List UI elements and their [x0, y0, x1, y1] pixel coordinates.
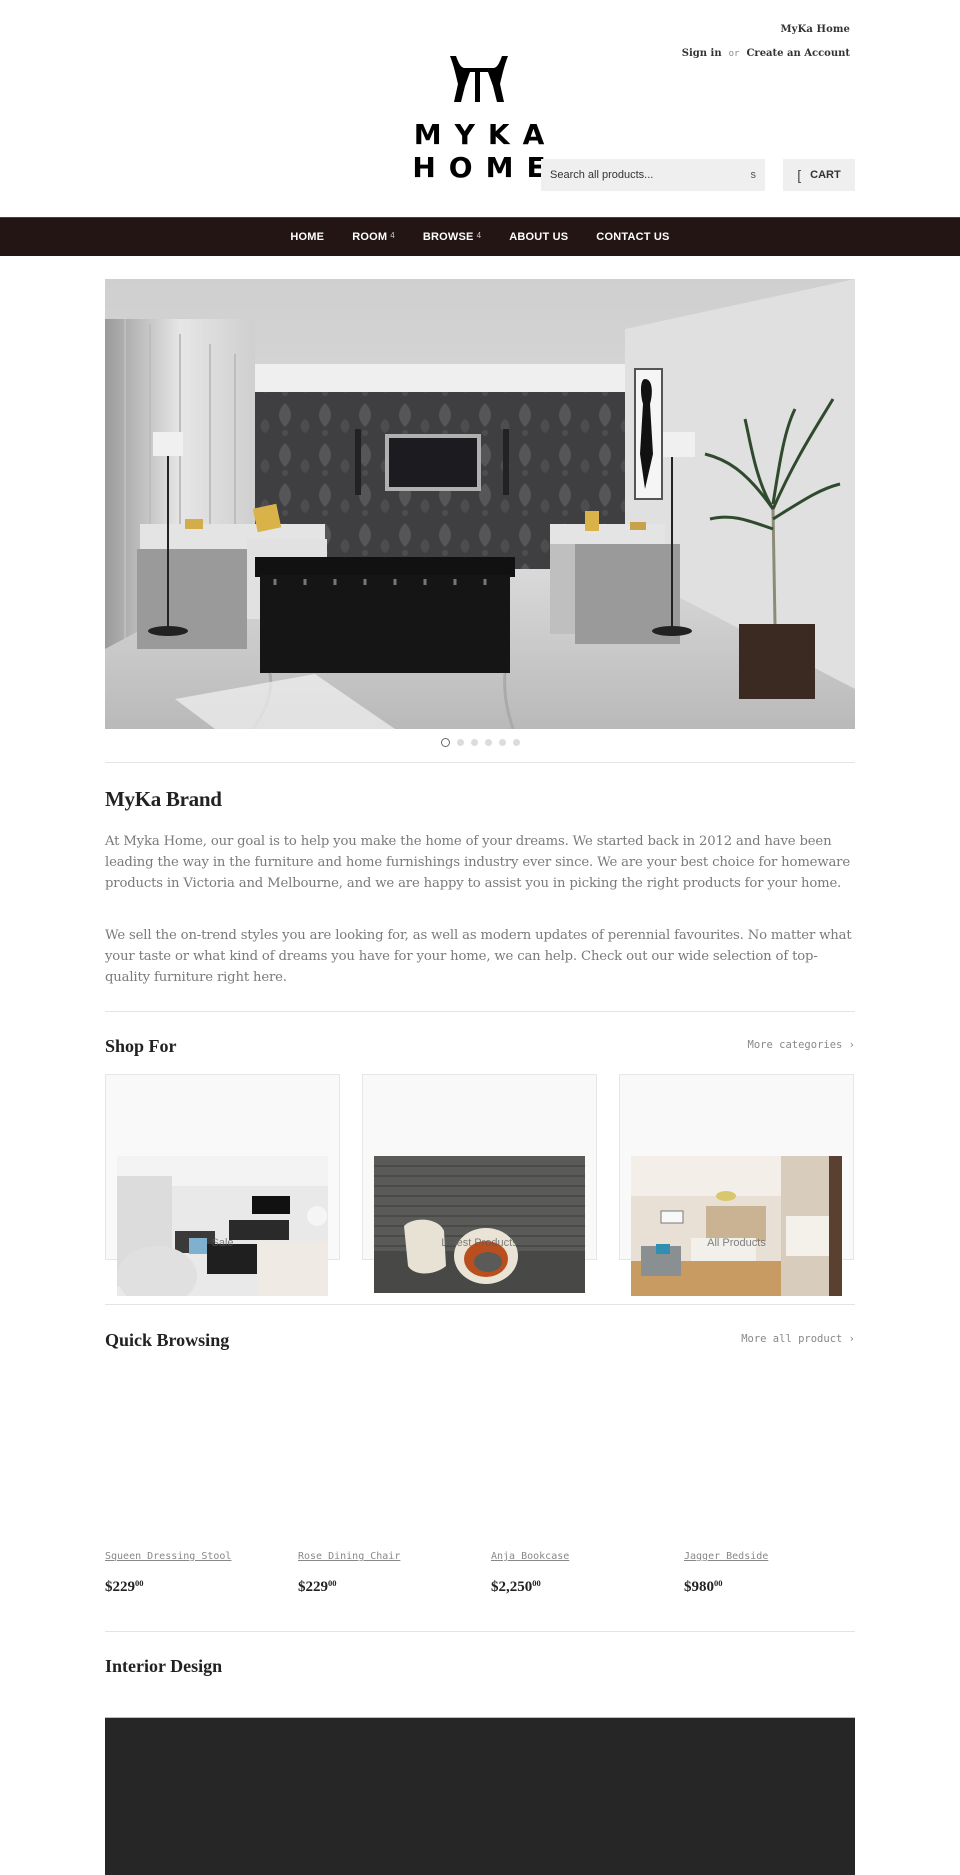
price-main: $980 — [684, 1579, 714, 1595]
nav-label: BROWSE — [422, 231, 474, 243]
category-image-all-products[interactable] — [631, 1156, 842, 1296]
price-cents: 00 — [328, 1578, 337, 1588]
more-categories-link[interactable]: More categories › — [748, 1039, 855, 1051]
slide-dot-4[interactable] — [484, 739, 492, 746]
slide-dot-1[interactable] — [440, 738, 450, 747]
product-image-link[interactable] — [491, 1365, 661, 1545]
price-cents: 00 — [714, 1578, 723, 1588]
brand-title: MyKa Brand — [105, 787, 222, 811]
nav-label: ROOM — [352, 231, 388, 243]
store-name-link[interactable]: MyKa Home — [682, 24, 850, 35]
product-price: $98000 — [684, 1578, 723, 1596]
quick-browsing-title: Quick Browsing — [105, 1330, 230, 1350]
logo-chair-icon — [450, 56, 508, 102]
product-price: $22900 — [105, 1578, 144, 1596]
nav-label: ABOUT US — [509, 231, 569, 243]
interior-design-title: Interior Design — [105, 1656, 223, 1676]
slideshow-pagination — [0, 738, 960, 747]
cart-icon: [ — [797, 167, 802, 183]
price-main: $229 — [105, 1579, 135, 1595]
nav-item-contact-us[interactable]: CONTACT US — [596, 231, 669, 243]
slide-dot-2[interactable] — [456, 739, 464, 746]
create-account-link[interactable]: Create an Account — [746, 48, 850, 59]
divider — [105, 762, 855, 763]
product-image-link[interactable] — [105, 1365, 275, 1545]
divider — [105, 1304, 855, 1305]
interior-design-banner[interactable] — [105, 1717, 855, 1875]
search-icon[interactable]: s — [751, 169, 757, 181]
product-name[interactable]: Jagger Bedside — [684, 1551, 768, 1562]
slide-dot-3[interactable] — [470, 739, 478, 746]
or-separator: or — [728, 49, 740, 59]
category-image-latest-products[interactable] — [374, 1156, 585, 1293]
product-price: $22900 — [298, 1578, 337, 1596]
brand-paragraph-2: We sell the on-trend styles you are look… — [105, 928, 852, 985]
account-links: MyKa Home Sign in or Create an Account — [682, 24, 850, 59]
living-room-photo — [105, 279, 855, 729]
product-name[interactable]: Anja Bookcase — [491, 1551, 569, 1562]
sign-in-link[interactable]: Sign in — [682, 48, 722, 59]
divider — [105, 1011, 855, 1012]
search-input[interactable] — [550, 169, 730, 181]
nav-item-room[interactable]: ROOM 4 — [352, 231, 395, 243]
price-main: $229 — [298, 1579, 328, 1595]
main-nav: HOME ROOM 4 BROWSE 4 ABOUT US CONTACT US — [0, 217, 960, 256]
category-label-sale: Sale — [211, 1237, 234, 1249]
nav-item-browse[interactable]: BROWSE 4 — [423, 231, 481, 243]
hero-slide-image[interactable] — [105, 279, 855, 729]
category-label-latest-products: Latest Products — [441, 1237, 518, 1249]
more-all-product-link[interactable]: More all product › — [741, 1333, 855, 1345]
category-image-sale[interactable] — [117, 1156, 328, 1296]
logo[interactable]: MYKA HOME — [346, 54, 612, 184]
nav-label: CONTACT US — [596, 231, 670, 243]
price-cents: 00 — [135, 1578, 144, 1588]
cart-button[interactable]: [ CART — [783, 159, 855, 191]
product-name[interactable]: Squeen Dressing Stool — [105, 1551, 231, 1562]
product-price: $2,25000 — [491, 1578, 541, 1596]
divider — [105, 1631, 855, 1632]
slide-dot-6[interactable] — [512, 739, 520, 746]
product-image-link[interactable] — [298, 1365, 468, 1545]
search-form: s — [541, 159, 765, 191]
nav-label: HOME — [290, 231, 325, 243]
dropdown-caret-icon: 4 — [476, 231, 482, 240]
brand-paragraph-1: At Myka Home, our goal is to help you ma… — [105, 834, 850, 891]
dropdown-caret-icon: 4 — [390, 231, 395, 240]
nav-item-about-us[interactable]: ABOUT US — [509, 231, 568, 243]
category-label-all-products: All Products — [707, 1237, 766, 1249]
product-image-link[interactable] — [684, 1365, 854, 1545]
price-cents: 00 — [532, 1578, 541, 1588]
price-main: $2,250 — [491, 1579, 533, 1595]
cart-label: CART — [810, 169, 841, 181]
slide-dot-5[interactable] — [498, 739, 506, 746]
site-header: MyKa Home Sign in or Create an Account MYK… — [0, 0, 960, 217]
product-name[interactable]: Rose Dining Chair — [298, 1551, 400, 1562]
shop-for-title: Shop For — [105, 1036, 177, 1056]
nav-item-home[interactable]: HOME — [290, 231, 324, 243]
